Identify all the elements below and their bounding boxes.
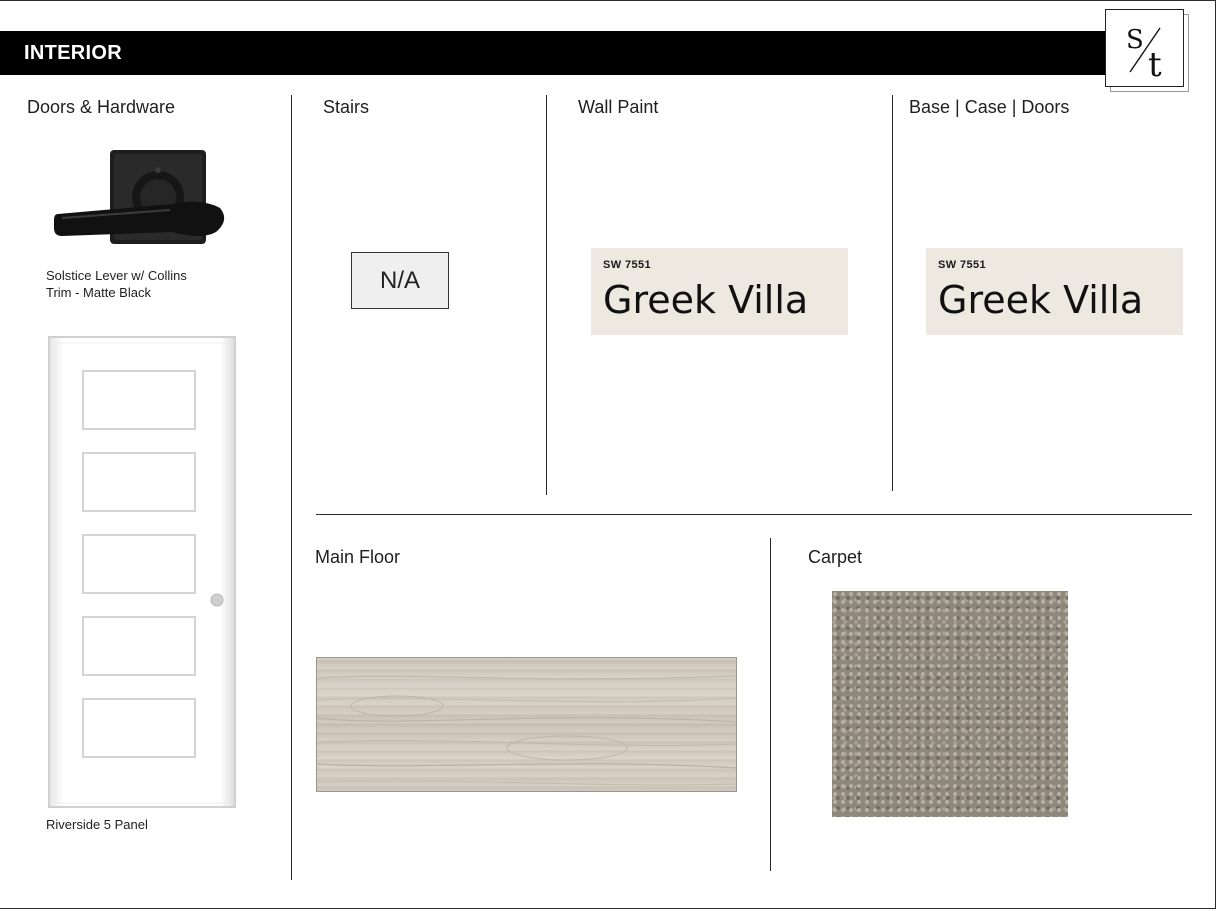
stairs-value-box: N/A [351,252,449,309]
base-case-doors-heading: Base | Case | Doors [909,97,1070,117]
base-case-doors-swatch: SW 7551 Greek Villa [926,248,1183,335]
divider-col2 [546,95,547,495]
page-title: INTERIOR [24,42,122,64]
lever-handle-image [54,150,225,244]
main-floor-sample-image [316,657,737,792]
base-case-doors-code: SW 7551 [938,259,987,271]
divider-bottom [770,538,771,871]
base-case-doors-name: Greek Villa [938,278,1144,322]
wall-paint-swatch: SW 7551 Greek Villa [591,248,848,335]
hardware-caption-line1: Solstice Lever w/ Collins [46,268,187,283]
wall-paint-code: SW 7551 [603,259,652,271]
carpet-heading: Carpet [808,547,863,567]
wall-paint-name: Greek Villa [603,278,809,322]
door-caption: Riverside 5 Panel [46,817,148,832]
doors-hardware-heading: Doors & Hardware [27,97,176,117]
door-image [48,336,236,808]
divider-horizontal [316,514,1192,515]
hardware-caption: Solstice Lever w/ Collins Trim - Matte B… [46,267,187,301]
wall-paint-heading: Wall Paint [578,97,659,117]
main-floor-heading: Main Floor [315,547,401,567]
hardware-caption-line2: Trim - Matte Black [46,285,151,300]
svg-text:S: S [1126,25,1144,55]
svg-text:t: t [1148,45,1162,85]
wood-grain-pattern [317,675,736,786]
divider-col3 [892,95,893,491]
carpet-sample-image [832,591,1068,817]
logo-mark-icon: S t [1126,25,1162,85]
header-banner [0,31,1110,75]
stairs-heading: Stairs [323,97,370,117]
divider-col1 [291,95,292,880]
brand-logo: S t [1105,9,1184,87]
